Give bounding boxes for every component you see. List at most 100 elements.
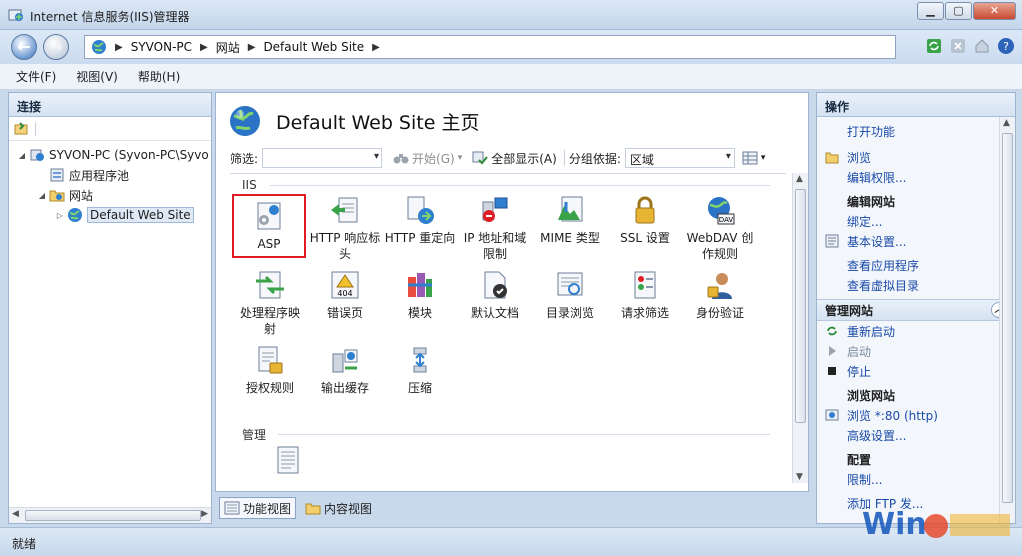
scroll-up-icon[interactable]: ▲ xyxy=(1003,118,1010,128)
restart-link[interactable]: 重新启动 xyxy=(817,321,1015,341)
bindings-link[interactable]: 绑定... xyxy=(817,211,1015,231)
section-manage: 管理 xyxy=(242,428,267,442)
folder-icon xyxy=(49,190,65,202)
feature-label: 默认文档 xyxy=(470,306,519,320)
menu-file[interactable]: 文件(F) xyxy=(16,68,56,85)
feature-output-caching[interactable]: 输出缓存 xyxy=(307,344,383,396)
scroll-right-icon[interactable]: ▶ xyxy=(201,509,208,519)
browse-port-80-link[interactable]: 浏览 *:80 (http) xyxy=(817,405,1015,425)
menu-view[interactable]: 视图(V) xyxy=(76,68,118,85)
ip-restrictions-icon xyxy=(482,197,508,222)
maximize-button[interactable]: ▢ xyxy=(945,2,972,20)
breadcrumb[interactable]: ▶ SYVON-PC ▶ 网站 ▶ Default Web Site ▶ xyxy=(84,35,896,59)
feature-label: 身份验证 xyxy=(695,306,744,320)
view-applications-link[interactable]: 查看应用程序 xyxy=(817,255,1015,275)
filter-bar: 筛选: 开始(G) ▾ 全部显示(A) 分组依据: 区域 ▾ xyxy=(230,147,790,169)
scrollbar-thumb[interactable] xyxy=(1002,133,1013,503)
help-icon[interactable]: ? xyxy=(996,36,1016,56)
tree-node-server[interactable]: ◢ SYVON-PC (Syvon-PC\Syvo xyxy=(9,145,211,165)
start-link[interactable]: 启动 xyxy=(817,341,1015,361)
breadcrumb-site[interactable]: Default Web Site xyxy=(263,40,364,54)
scroll-left-icon[interactable]: ◀ xyxy=(12,509,19,519)
expanded-icon[interactable]: ◢ xyxy=(17,151,27,160)
advanced-settings-link[interactable]: 高级设置... xyxy=(817,425,1015,445)
feature-http-redirect[interactable]: HTTP 重定向 xyxy=(382,194,458,246)
default-document-icon xyxy=(484,271,507,299)
feature-error-pages[interactable]: 404 错误页 xyxy=(307,269,383,321)
manage-site-header[interactable]: 管理网站 ︿ xyxy=(817,299,1015,321)
view-virtual-dirs-link[interactable]: 查看虚拟目录 xyxy=(817,275,1015,295)
request-filtering-icon xyxy=(634,271,656,299)
tab-features-view[interactable]: 功能视图 xyxy=(219,497,297,519)
connect-icon[interactable] xyxy=(13,121,29,137)
group-by-select[interactable]: 区域 xyxy=(624,148,735,168)
feature-asp[interactable]: ASP xyxy=(232,194,306,258)
feature-mime-types[interactable]: MIME 类型 xyxy=(532,194,608,246)
refresh-icon[interactable] xyxy=(924,36,944,56)
minimize-button[interactable]: ▁ xyxy=(917,2,944,20)
asp-icon xyxy=(257,202,281,230)
home-icon[interactable] xyxy=(972,36,992,56)
feature-http-response-headers[interactable]: HTTP 响应标头 xyxy=(307,194,383,262)
feature-ssl-settings[interactable]: SSL 设置 xyxy=(607,194,683,246)
show-all-button[interactable]: 全部显示(A) xyxy=(469,150,560,167)
toolbar-divider xyxy=(563,150,565,166)
scrollbar-thumb[interactable] xyxy=(795,189,806,423)
feature-modules[interactable]: 模块 xyxy=(382,269,458,321)
view-mode-button[interactable]: ▾ xyxy=(739,151,769,165)
view-tabs: 功能视图 内容视图 xyxy=(219,497,377,521)
collapsed-icon[interactable]: ▷ xyxy=(55,211,65,220)
horizontal-scrollbar[interactable]: ◀ ▶ xyxy=(9,507,211,523)
back-button[interactable]: ← xyxy=(11,34,37,60)
menu-help[interactable]: 帮助(H) xyxy=(138,68,180,85)
tree-node-sites[interactable]: ◢ 网站 xyxy=(9,185,211,205)
compression-icon xyxy=(413,347,427,373)
feature-authentication[interactable]: 身份验证 xyxy=(682,269,758,321)
filter-input[interactable] xyxy=(262,148,383,168)
title-bar: Internet 信息服务(IIS)管理器 ▁ ▢ ✕ xyxy=(0,0,1022,30)
menu-bar: 文件(F) 视图(V) 帮助(H) xyxy=(0,64,1022,90)
forward-button[interactable]: → xyxy=(43,34,69,60)
globe-icon xyxy=(92,40,106,54)
feature-label: 处理程序映 xyxy=(239,306,300,320)
edit-permissions-link[interactable]: 编辑权限... xyxy=(817,167,1015,187)
mime-types-icon xyxy=(558,196,583,222)
close-button[interactable]: ✕ xyxy=(973,2,1016,20)
browse-link[interactable]: 浏览 xyxy=(817,147,1015,167)
scroll-up-icon[interactable]: ▲ xyxy=(796,174,803,184)
feature-default-document[interactable]: 默认文档 xyxy=(457,269,533,321)
section-iis: IIS xyxy=(242,178,257,192)
breadcrumb-server[interactable]: SYVON-PC xyxy=(131,40,192,54)
ssl-lock-icon xyxy=(635,196,655,224)
stop-icon[interactable] xyxy=(948,36,968,56)
tab-content-view[interactable]: 内容视图 xyxy=(300,497,377,519)
feature-request-filtering[interactable]: 请求筛选 xyxy=(607,269,683,321)
feature-handler-mappings[interactable]: 处理程序映射 xyxy=(232,269,308,337)
vertical-scrollbar[interactable]: ▲ ▼ xyxy=(792,173,808,483)
limits-link[interactable]: 限制... xyxy=(817,469,1015,489)
feature-directory-browsing[interactable]: 目录浏览 xyxy=(532,269,608,321)
feature-label-line2: 头 xyxy=(338,247,351,261)
chevron-right-icon: ▶ xyxy=(247,41,256,53)
page-title-area: Default Web Site 主页 xyxy=(228,103,479,139)
tree-node-default-site[interactable]: ▷ Default Web Site xyxy=(9,205,211,225)
breadcrumb-sites[interactable]: 网站 xyxy=(216,39,240,56)
tree-node-apppools[interactable]: 应用程序池 xyxy=(9,165,211,185)
feature-config-editor[interactable] xyxy=(250,444,326,480)
feature-webdav-authoring-rules[interactable]: DAV WebDAV 创作规则 xyxy=(682,194,758,262)
stop-link[interactable]: 停止 xyxy=(817,361,1015,381)
feature-authorization-rules[interactable]: 授权规则 xyxy=(232,344,308,396)
basic-settings-link[interactable]: 基本设置... xyxy=(817,231,1015,251)
expanded-icon[interactable]: ◢ xyxy=(37,191,47,200)
feature-label: 目录浏览 xyxy=(545,306,594,320)
globe-icon xyxy=(230,106,260,136)
open-feature-link[interactable]: 打开功能 xyxy=(817,121,1015,141)
feature-ip-domain-restrictions[interactable]: IP 地址和域 限制 xyxy=(457,194,533,262)
filter-label: 筛选: xyxy=(230,151,259,166)
toolbar-divider xyxy=(35,121,36,136)
vertical-scrollbar[interactable]: ▲ xyxy=(999,117,1015,523)
scrollbar-thumb[interactable] xyxy=(25,510,201,521)
scroll-down-icon[interactable]: ▼ xyxy=(796,472,803,482)
start-button[interactable]: 开始(G) ▾ xyxy=(390,150,465,167)
feature-compression[interactable]: 压缩 xyxy=(382,344,458,396)
